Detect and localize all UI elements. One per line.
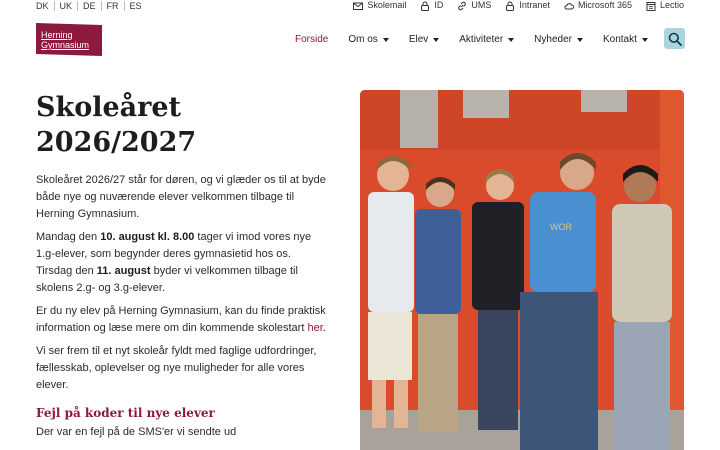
students-photo-illustration: WOR [360,90,684,450]
lang-dk[interactable]: DK [36,1,54,11]
quicklink-label: Microsoft 365 [577,0,632,10]
hero-photo: WOR [360,90,684,450]
nav-label: Kontakt [602,34,637,45]
intro-paragraph: Skoleåret 2026/27 står for døren, og vi … [36,174,326,220]
lang-de[interactable]: DE [77,1,101,11]
nav-label: Om os [348,34,378,45]
lang-es[interactable]: ES [123,1,147,11]
lang-fr[interactable]: FR [100,1,124,11]
logo-line-2: Gymnasium [41,40,90,50]
her-link[interactable]: her [307,322,322,334]
cloud-icon [564,2,574,9]
quicklink-label: Skolemail [367,0,407,10]
nav-label: Aktiviteter [459,34,504,45]
new-student-paragraph: Er du ny elev på Herning Gymnasium, kan … [36,303,326,337]
nav-item-nyheder[interactable]: Nyheder [534,34,583,45]
quick-links: Skolemail ID UMS Intranet Microsoft 365 … [353,0,684,11]
logo-line-1: Herning [41,30,73,40]
nav-item-elev[interactable]: Elev [408,34,440,45]
main-nav: Forside Om os Elev Aktiviteter Nyheder K… [295,34,668,45]
quicklink-ums[interactable]: UMS [457,0,491,11]
date-highlight: 11. august [96,265,151,277]
nav-item-forside[interactable]: Forside [295,34,328,45]
svg-text:WOR: WOR [550,222,572,232]
quicklink-label: Lectio [659,0,684,10]
dates-paragraph: Mandag den 10. august kl. 8.00 tager vi … [36,229,326,297]
title-line-2: 2026/2027 [36,127,197,158]
caret-down-icon [576,37,583,42]
nav-item-kontakt[interactable]: Kontakt [603,34,648,45]
quicklink-microsoft-365[interactable]: Microsoft 365 [564,0,632,11]
date-highlight: 10. august kl. 8.00 [100,231,195,243]
nav-item-aktiviteter[interactable]: Aktiviteter [459,34,515,45]
title-line-1: Skoleåret [36,92,182,123]
text-segment: Er du ny elev på Herning Gymnasium, kan … [36,305,326,334]
caret-down-icon [508,37,515,42]
quicklink-label: ID [434,0,444,10]
link-icon [458,1,467,10]
page-title: Skoleåret 2026/2027 [36,90,326,160]
quicklink-skolemail[interactable]: Skolemail [353,0,406,11]
calendar-icon [646,1,656,11]
text-segment: . [322,322,326,334]
section-heading: Fejl på koder til nye elever [36,406,215,420]
language-switcher: DK UK DE FR ES [36,1,147,11]
quicklink-id[interactable]: ID [420,0,443,11]
quicklink-label: UMS [471,0,492,10]
outlook-paragraph: Vi ser frem til et nyt skoleår fyldt med… [36,345,317,391]
nav-item-om-os[interactable]: Om os [348,34,389,45]
nav-label: Forside [295,34,329,45]
lock-icon [506,1,515,11]
nav-label: Nyheder [534,34,572,45]
quicklink-lectio[interactable]: Lectio [646,0,684,11]
site-logo[interactable]: Herning Gymnasium [36,23,102,56]
quicklink-label: Intranet [519,0,550,10]
sms-paragraph: Der var en fejl på de SMS'er vi sendte u… [36,426,237,438]
mail-icon [353,2,364,10]
lang-uk[interactable]: UK [53,1,78,11]
article-content: Skoleåret 2026/2027 Skoleåret 2026/27 st… [36,90,326,447]
caret-down-icon [433,37,440,42]
quicklink-intranet[interactable]: Intranet [505,0,550,11]
nav-label: Elev [408,34,429,45]
search-icon [668,32,682,46]
search-button[interactable] [664,28,685,49]
caret-down-icon [641,37,648,42]
text-segment: Mandag den [36,231,101,243]
lock-icon [421,1,430,11]
utility-bar: DK UK DE FR ES Skolemail ID UMS Intranet… [0,0,720,14]
caret-down-icon [382,37,389,42]
